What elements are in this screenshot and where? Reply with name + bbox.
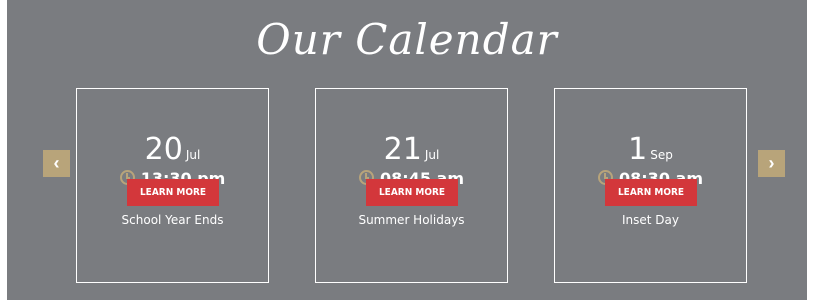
- event-date: 20 Jul: [77, 133, 268, 167]
- event-date: 21 Jul: [316, 133, 507, 167]
- event-title: Inset Day: [622, 213, 679, 227]
- event-title: School Year Ends: [121, 213, 224, 227]
- event-title: Summer Holidays: [358, 213, 465, 227]
- section-title: Our Calendar: [256, 15, 558, 64]
- event-day: 1: [628, 132, 648, 167]
- event-month: Jul: [424, 148, 440, 162]
- learn-more-button[interactable]: LEARN MORE: [605, 179, 697, 206]
- chevron-right-icon: ›: [768, 153, 775, 173]
- learn-more-button[interactable]: LEARN MORE: [366, 179, 458, 206]
- learn-more-button[interactable]: LEARN MORE: [127, 179, 219, 206]
- event-month: Sep: [650, 148, 673, 162]
- prev-arrow-button[interactable]: ‹: [43, 150, 70, 177]
- calendar-section: Our Calendar ‹ 20Jul 13:30 pm School Yea…: [7, 0, 807, 300]
- event-day: 21: [383, 132, 422, 167]
- event-day: 20: [144, 132, 183, 167]
- event-month: Jul: [185, 148, 201, 162]
- event-date: 1 Sep: [555, 133, 746, 167]
- next-arrow-button[interactable]: ›: [758, 150, 785, 177]
- chevron-left-icon: ‹: [53, 153, 60, 173]
